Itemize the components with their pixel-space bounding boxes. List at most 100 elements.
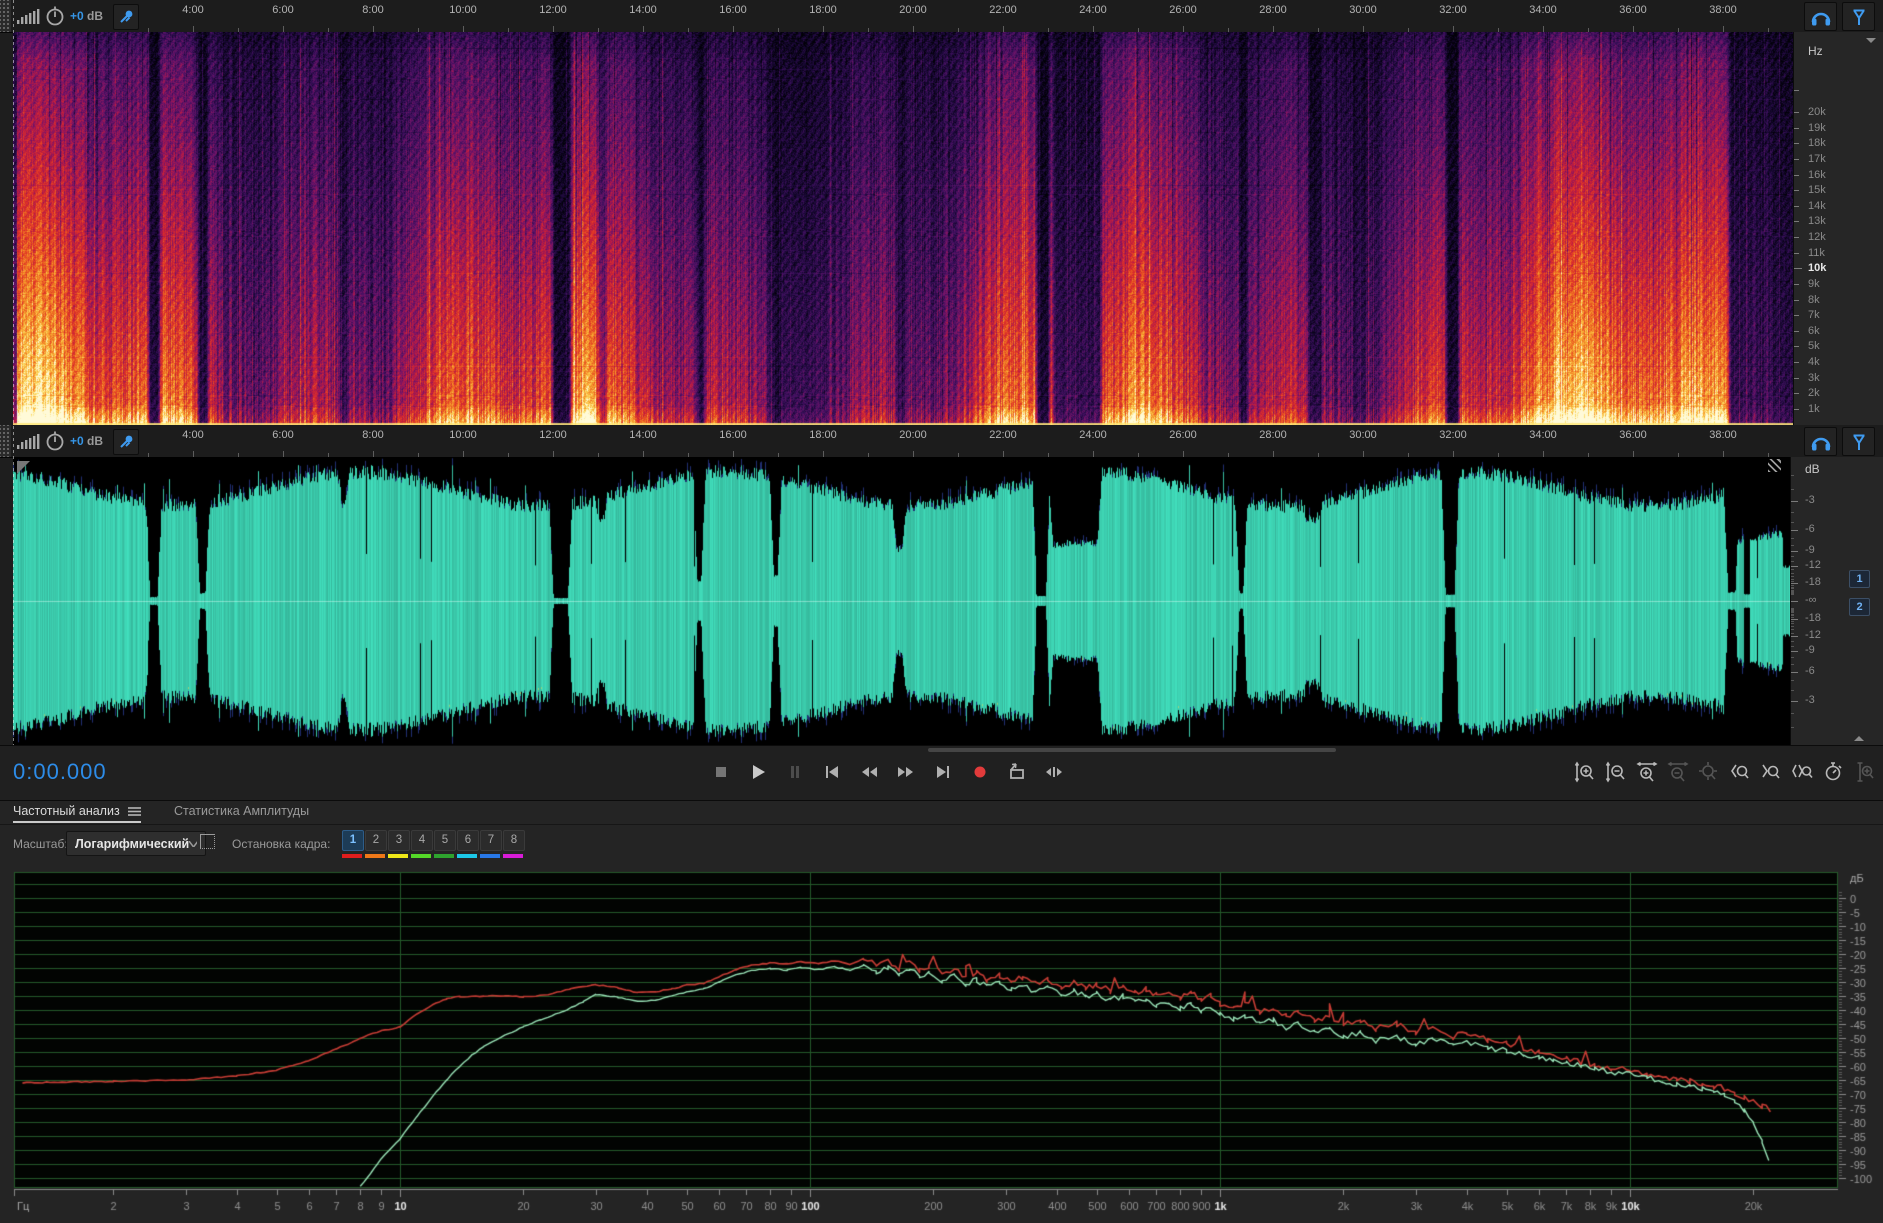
zoom-in-vertical-button[interactable] [1572,758,1598,786]
zoom-to-out-point-button[interactable] [1758,758,1784,786]
hold-button-3[interactable]: 3 [388,830,410,858]
playhead[interactable] [13,0,14,745]
amplitude-label: -3 [1805,693,1815,706]
amplitude-label: -9 [1805,644,1815,657]
panel-menu-icon[interactable] [127,806,141,817]
ruler-time-label: 18:00 [809,429,837,441]
frequency-analysis-chart[interactable] [13,870,1883,1222]
hold-number[interactable]: 4 [411,830,433,851]
hold-color-swatch [411,854,431,858]
timeline-ruler-spectrogram[interactable]: 4:00 6:00 8:00 10:00 12:00 14:00 16:00 18:00 20:… [0,0,1883,33]
hold-label: Остановка кадра: [232,837,331,851]
skip-to-end-button[interactable] [928,758,958,786]
scale-tick [1791,636,1798,638]
waveform-resize-grip-icon[interactable] [1768,459,1781,472]
panel-menu-arrow-icon[interactable] [1866,38,1876,43]
amplitude-label: -3 [1805,494,1815,507]
waveform-view[interactable] [13,457,1790,745]
skip-selection-button[interactable] [1039,758,1069,786]
hold-button-6[interactable]: 6 [457,830,479,858]
scale-minor-tick [1791,561,1794,563]
hold-number[interactable]: 5 [434,830,456,851]
frequency-label: 20k [1808,106,1826,119]
spectrogram-view[interactable] [13,32,1793,425]
headphones-icon[interactable] [1804,427,1837,456]
ruler-time-label: 28:00 [1259,429,1287,441]
play-button[interactable] [743,758,773,786]
amplitude-scale-unit: dB [1805,462,1820,476]
hold-button-1[interactable]: 1 [342,830,364,858]
level-meter-icon[interactable] [15,6,41,26]
clock-icon[interactable] [44,430,66,452]
clock-icon[interactable] [44,5,66,27]
level-meter-icon[interactable] [15,431,41,451]
hold-number[interactable]: 7 [480,830,502,851]
pause-button[interactable] [780,758,810,786]
zoom-reset-button[interactable] [1696,758,1722,786]
chevron-down-icon [189,840,197,847]
copy-graph-icon[interactable] [200,834,215,849]
scale-tick [1791,550,1798,552]
scroll-up-arrow-icon[interactable] [1854,736,1864,741]
zoom-in-horizontal-button[interactable] [1634,758,1660,786]
razor-icon[interactable] [1842,2,1875,31]
ruler-time-label: 26:00 [1169,4,1197,16]
timeline-ruler-waveform[interactable]: 4:00 6:00 8:00 10:00 12:00 14:00 16:00 18:00 20:… [0,425,1883,458]
scale-minor-tick [1791,578,1794,580]
tab-amplitude-statistics[interactable]: Статистика Амплитуды [174,804,309,818]
frequency-label: 7k [1808,309,1820,322]
zoom-amplitude-button[interactable] [1851,758,1877,786]
time-display[interactable]: 0:00.000 [13,759,107,785]
skip-to-start-button[interactable] [817,758,847,786]
timed-record-button[interactable] [1820,758,1846,786]
zoom-to-selection-button[interactable] [1789,758,1815,786]
ruler-time-label: 20:00 [899,429,927,441]
stop-button[interactable] [706,758,736,786]
zoom-to-in-point-button[interactable] [1727,758,1753,786]
hold-number[interactable]: 1 [342,830,364,851]
razor-icon[interactable] [1842,427,1875,456]
amplitude-label: -12 [1805,629,1821,642]
channel-1-badge[interactable]: 1 [1849,570,1870,588]
channel-2-badge[interactable]: 2 [1849,598,1870,616]
frequency-scale[interactable]: Hz 20k 19k 18k 17k 16k 15k 14k 13k 12k 11k 10k 9k 8k… [1793,32,1883,425]
hold-number[interactable]: 3 [388,830,410,851]
headphones-icon[interactable] [1804,2,1837,31]
hold-button-4[interactable]: 4 [411,830,433,858]
pin-button[interactable] [113,429,139,455]
zoom-out-vertical-button[interactable] [1603,758,1629,786]
gain-value[interactable]: +0 dB [70,434,103,448]
horizontal-scrollbar-thumb[interactable] [928,748,1336,752]
hold-button-7[interactable]: 7 [480,830,502,858]
analysis-controls: Масштаб: Логарифмический Остановка кадра… [0,828,1883,862]
tab-frequency-analysis[interactable]: Частотный анализ [13,804,141,823]
scale-minor-tick [1791,544,1794,546]
panel-grip[interactable] [0,0,11,32]
pin-button[interactable] [113,4,139,30]
amplitude-scale[interactable]: dB 1 2 -3 -3 -6 -6 -9 -9 -12 -12 -18 -18 -∞ [1790,457,1883,745]
gain-value[interactable]: +0 dB [70,9,103,23]
hold-button-5[interactable]: 5 [434,830,456,858]
rewind-button[interactable] [854,758,884,786]
hold-button-2[interactable]: 2 [365,830,387,858]
ruler-time-label: 12:00 [539,4,567,16]
record-button[interactable] [965,758,995,786]
scale-minor-tick [1791,689,1794,691]
hold-button-8[interactable]: 8 [503,830,525,858]
hold-number[interactable]: 8 [503,830,525,851]
zoom-out-horizontal-button[interactable] [1665,758,1691,786]
scale-dropdown[interactable]: Логарифмический [66,831,206,856]
scale-minor-tick [1791,616,1794,618]
ruler-time-label: 34:00 [1529,4,1557,16]
fast-forward-button[interactable] [891,758,921,786]
ruler-time-label: 30:00 [1349,4,1377,16]
ruler-time-label: 6:00 [272,429,294,441]
ruler-time-label: 8:00 [362,429,384,441]
hold-number[interactable]: 6 [457,830,479,851]
hold-number[interactable]: 2 [365,830,387,851]
amplitude-center-label: -∞ [1805,594,1817,606]
panel-grip[interactable] [0,425,11,457]
loop-playback-button[interactable] [1002,758,1032,786]
ruler-time-label: 24:00 [1079,4,1107,16]
scale-minor-tick [1791,726,1794,728]
